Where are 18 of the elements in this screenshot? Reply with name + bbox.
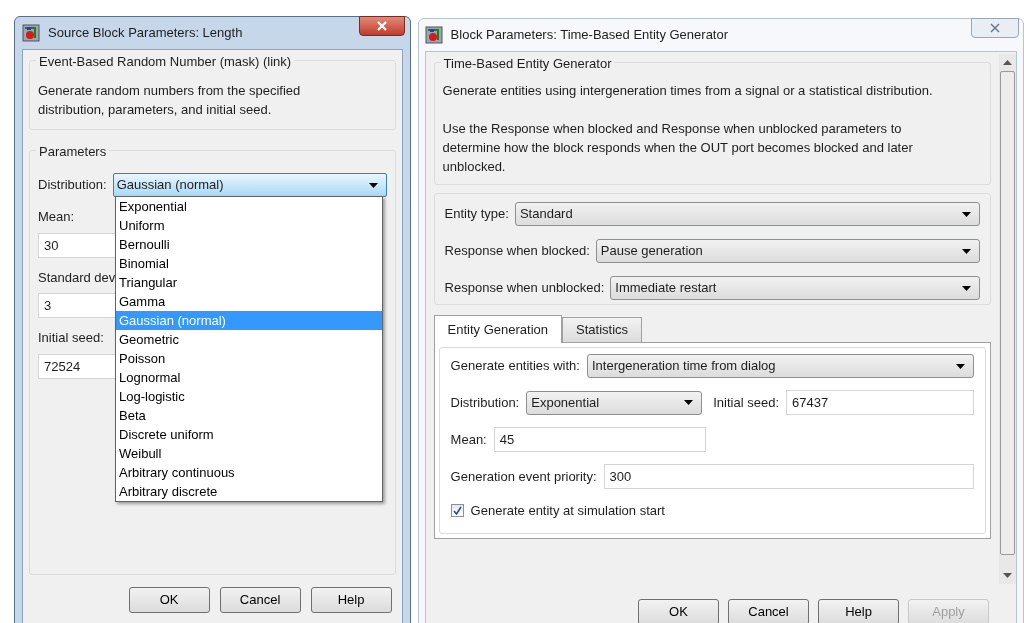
description-text: Generate entities using intergeneration times from a signal or a statistical distribution. (442, 82, 934, 100)
field-label: Initial seed: (713, 393, 779, 412)
field-label: Entity type: (444, 205, 509, 224)
description-text: Use the Response when blocked and Response when unblocked parameters to determine how the block responds when the OUT port becomes blocked and later unblocked. (442, 120, 914, 176)
field-label: Distribution: (450, 393, 520, 412)
checkbox-label: Generate entity at simulation start (470, 502, 665, 520)
field-label: Mean: (38, 208, 75, 226)
field-label: Response when blocked: (444, 242, 590, 261)
field-label: Generate entities with: (450, 357, 580, 376)
field-label: Standard dev (38, 268, 116, 287)
window-title: Block Parameters: Time-Based Entity Generator (450, 26, 729, 45)
field-label: Mean: (450, 430, 487, 449)
field-label: Response when unblocked: (444, 279, 605, 298)
field-label: Initial seed: (38, 329, 104, 347)
window-title: Source Block Parameters: Length (48, 24, 243, 43)
description-text: Generate random numbers from the specified distribution, parameters, and initial seed. (38, 82, 302, 119)
field-label: Generation event priority: (450, 467, 597, 486)
field-label: Distribution: (38, 176, 107, 195)
